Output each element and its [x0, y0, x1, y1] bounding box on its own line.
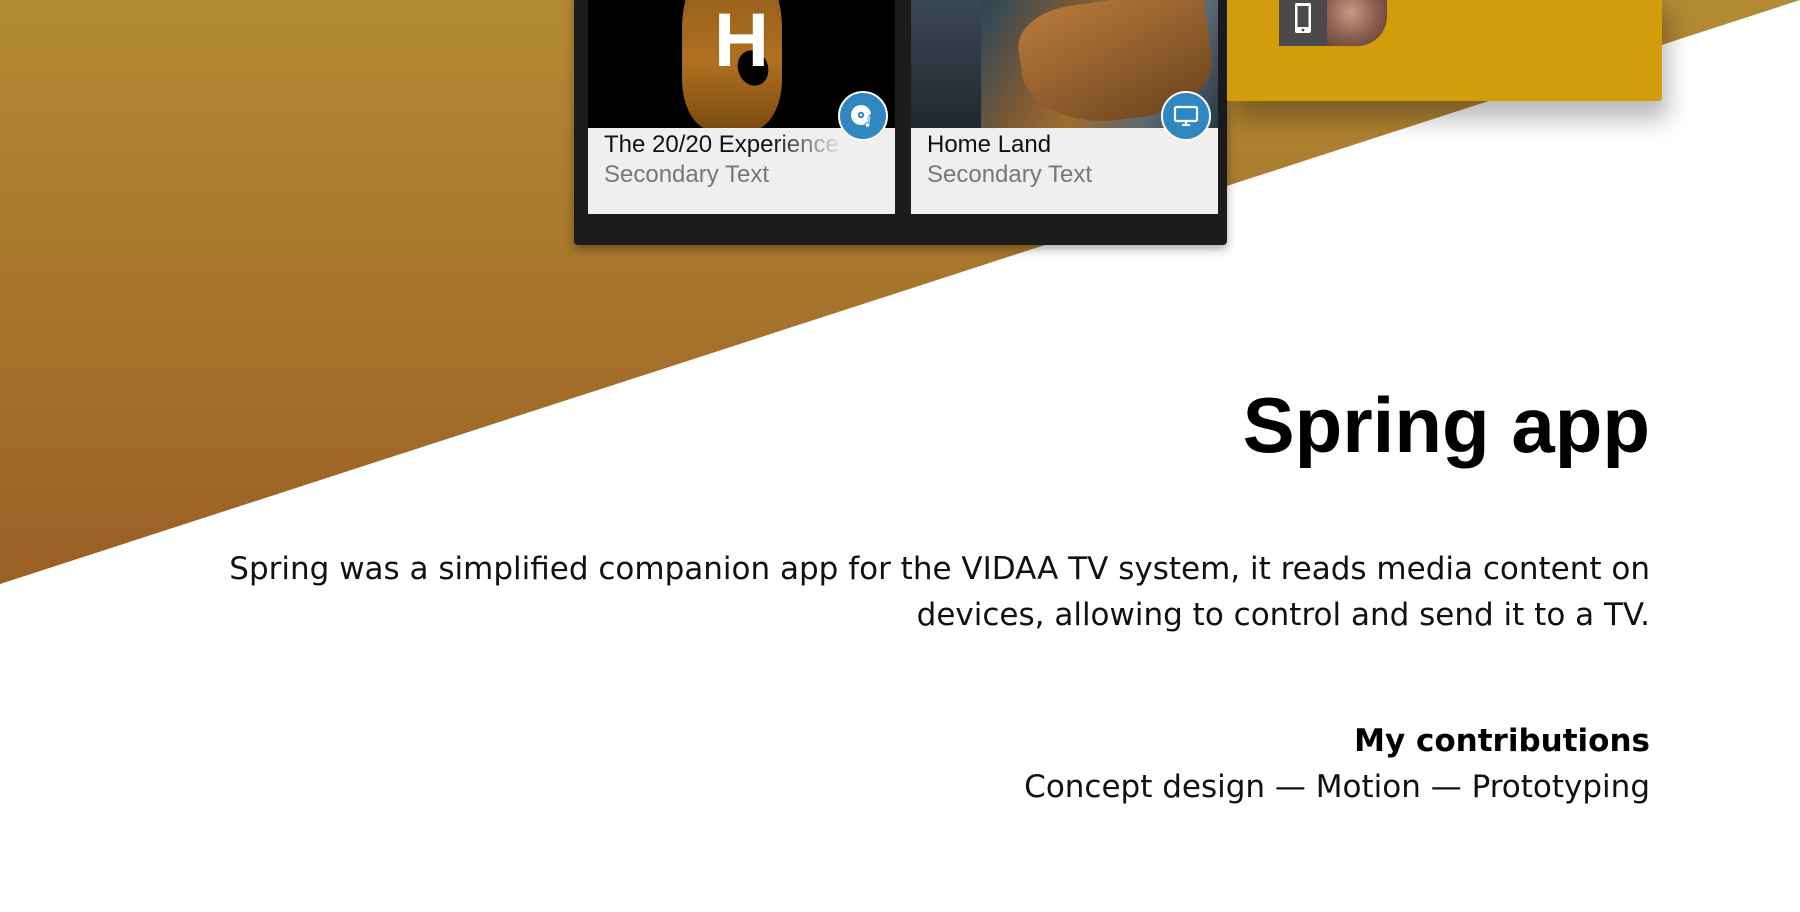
- media-card-title: Home Land: [927, 131, 1052, 158]
- media-card-title: The 20/20 Experience: [604, 131, 839, 158]
- device-panel: [1227, 0, 1662, 101]
- contributions-heading: My contributions: [1354, 723, 1650, 759]
- device-chip[interactable]: [1279, 0, 1387, 46]
- tv-icon[interactable]: [1161, 91, 1211, 141]
- media-card[interactable]: Home Land Secondary Text: [911, 0, 1218, 214]
- media-card-subtitle: Secondary Text: [927, 161, 1092, 188]
- contributions-list: Concept design — Motion — Prototyping: [1024, 769, 1650, 805]
- project-description: Spring was a simplified companion app fo…: [229, 551, 1650, 633]
- media-card-subtitle: Secondary Text: [604, 161, 769, 188]
- phone-icon: [1279, 0, 1327, 46]
- thumbnail-letter: H: [714, 0, 769, 83]
- page-title: Spring app: [1242, 381, 1650, 469]
- page: H The 20/20 Experience Secondary Text Ho…: [0, 0, 1800, 912]
- media-card-panel: H The 20/20 Experience Secondary Text Ho…: [574, 0, 1227, 245]
- music-disc-icon[interactable]: [838, 91, 888, 141]
- user-avatar: [1327, 0, 1387, 46]
- media-card[interactable]: H The 20/20 Experience Secondary Text: [588, 0, 895, 214]
